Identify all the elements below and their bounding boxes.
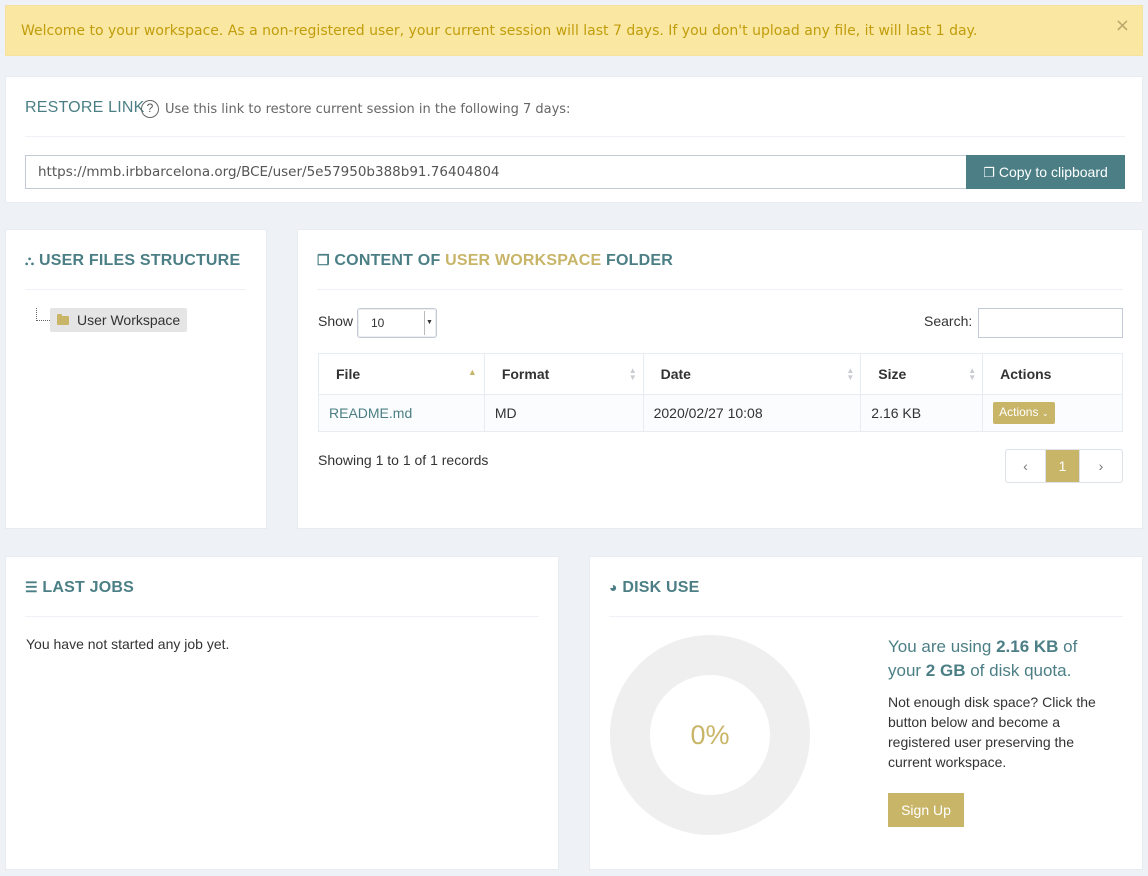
restore-help-text: Use this link to restore current session… [165, 102, 571, 117]
files-structure-title: USER FILES STRUCTURE [38, 252, 241, 269]
user-files-structure-panel: ⛬ USER FILES STRUCTURE User Workspace [5, 229, 267, 529]
page-size-select[interactable]: 10 ▼ [357, 308, 437, 338]
files-structure-header: ⛬ USER FILES STRUCTURE [25, 252, 240, 270]
help-icon[interactable]: ? [141, 100, 159, 118]
pie-chart-icon: ◕ [609, 579, 618, 595]
column-actions: Actions [982, 353, 1123, 395]
format-cell: MD [483, 394, 644, 432]
sort-asc-icon: ▲ [467, 367, 477, 377]
chevron-down-icon: ▼ [424, 311, 434, 335]
last-jobs-title: LAST JOBS [42, 579, 135, 596]
disk-usage-percent: 0% [650, 675, 770, 795]
actions-dropdown-button[interactable]: Actions ⌄ [993, 402, 1055, 424]
column-file[interactable]: File ▲ [318, 353, 485, 395]
copy-to-clipboard-button[interactable]: ❐ Copy to clipboard [966, 155, 1125, 189]
pager-page-1[interactable]: 1 [1045, 450, 1079, 482]
divider [25, 616, 539, 617]
disk-use-title: DISK USE [622, 579, 700, 596]
divider [609, 616, 1123, 617]
no-jobs-text: You have not started any job yet. [26, 636, 230, 652]
search-input[interactable] [978, 308, 1123, 338]
workspace-content-panel: ❐ CONTENT OF USER WORKSPACE FOLDER Show … [297, 229, 1143, 529]
column-format[interactable]: Format ▲ ▼ [483, 353, 644, 395]
content-title-suffix: FOLDER [601, 252, 673, 269]
actions-cell: Actions ⌄ [982, 394, 1123, 432]
copy-button-label: Copy to clipboard [998, 164, 1108, 180]
sort-icon: ▲ ▼ [968, 366, 977, 382]
last-jobs-header: ☰ LAST JOBS [25, 579, 134, 597]
pagination: ‹ 1 › [1005, 449, 1123, 483]
welcome-alert: Welcome to your workspace. As a non-regi… [5, 5, 1143, 56]
search-label: Search: [924, 313, 973, 329]
table-info: Showing 1 to 1 of 1 records [318, 452, 489, 468]
divider [317, 289, 1123, 290]
list-icon: ☰ [25, 579, 38, 595]
pager-next-button[interactable]: › [1079, 450, 1122, 482]
chevron-down-icon: ⌄ [1041, 409, 1049, 418]
tree-node-label: User Workspace [77, 312, 181, 328]
tree-node-user-workspace[interactable]: User Workspace [50, 308, 187, 332]
sign-up-button[interactable]: Sign Up [888, 793, 964, 827]
disk-usage-summary: You are using 2.16 KB of your 2 GB of di… [888, 637, 1078, 680]
copy-files-icon: ❐ [317, 252, 330, 268]
table-row: README.md MD 2020/02/27 10:08 2.16 KB Ac… [318, 394, 1123, 432]
page-size-value: 10 [371, 316, 385, 330]
disk-usage-donut: 0% [610, 635, 810, 835]
column-date[interactable]: Date ▲ ▼ [642, 353, 862, 395]
content-header: ❐ CONTENT OF USER WORKSPACE FOLDER [317, 252, 673, 270]
sitemap-icon: ⛬ [25, 253, 35, 268]
restore-url-input[interactable]: https://mmb.irbbarcelona.org/BCE/user/5e… [25, 155, 967, 189]
restore-link-title: RESTORE LINK [25, 99, 145, 116]
file-link[interactable]: README.md [329, 405, 412, 421]
close-icon[interactable]: × [1115, 6, 1130, 46]
copy-icon: ❐ [983, 165, 995, 180]
pager-prev-button[interactable]: ‹ [1006, 450, 1045, 482]
size-cell: 2.16 KB [860, 394, 984, 432]
file-name-cell[interactable]: README.md [318, 394, 485, 432]
sort-icon: ▲ ▼ [846, 366, 855, 382]
more-space-text: Not enough disk space? Click the button … [888, 694, 1096, 770]
content-title-folder: USER WORKSPACE [445, 252, 602, 269]
content-title-prefix: CONTENT OF [334, 252, 446, 269]
disk-use-panel: ◕ DISK USE 0% You are using 2.16 KB of y… [589, 556, 1143, 870]
used-amount: 2.16 KB [996, 637, 1059, 656]
quota-amount: 2 GB [925, 661, 966, 680]
sort-icon: ▲ ▼ [628, 366, 637, 382]
folder-icon [57, 314, 69, 325]
alert-message: Welcome to your workspace. As a non-regi… [21, 23, 978, 39]
disk-use-header: ◕ DISK USE [609, 579, 699, 597]
column-size[interactable]: Size ▲ ▼ [860, 353, 984, 395]
tree-connector [36, 308, 50, 321]
divider [25, 289, 246, 290]
divider [25, 136, 1125, 137]
last-jobs-panel: ☰ LAST JOBS You have not started any job… [5, 556, 559, 870]
restore-link-panel: RESTORE LINK ? Use this link to restore … [5, 76, 1143, 203]
date-cell: 2020/02/27 10:08 [642, 394, 862, 432]
show-label: Show [318, 313, 354, 329]
table-header-row: File ▲ Format ▲ ▼ Date ▲ ▼ Size ▲ ▼ Actions [318, 353, 1123, 395]
files-table: File ▲ Format ▲ ▼ Date ▲ ▼ Size ▲ ▼ Actions REA… [318, 353, 1123, 432]
